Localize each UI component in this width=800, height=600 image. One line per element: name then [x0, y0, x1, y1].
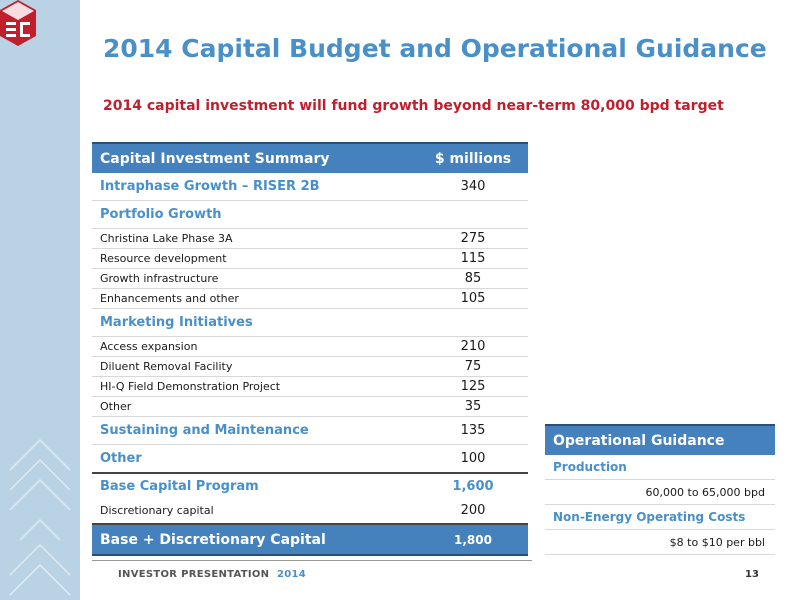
header-col-summary: Capital Investment Summary: [100, 150, 330, 167]
row-label: Portfolio Growth: [100, 207, 222, 222]
company-logo: [0, 0, 36, 46]
row-label: Enhancements and other: [100, 292, 239, 305]
footer-divider: [92, 560, 532, 561]
row-value: 35: [464, 399, 482, 414]
guidance-header: Operational Guidance: [545, 424, 775, 455]
table-row: Discretionary capital 200: [92, 498, 528, 523]
row-value: 275: [460, 231, 486, 246]
table-row: Marketing Initiatives: [92, 309, 528, 337]
costs-label: Non-Energy Operating Costs: [545, 505, 775, 530]
row-value: 340: [460, 179, 486, 194]
row-value: 75: [464, 359, 482, 374]
footer-text: INVESTOR PRESENTATION: [118, 569, 270, 580]
table-row: Access expansion 210: [92, 337, 528, 357]
page-title: 2014 Capital Budget and Operational Guid…: [103, 34, 767, 63]
sidebar: [0, 0, 80, 600]
total-value: 1,800: [454, 532, 492, 547]
table-row: Other 100: [92, 445, 528, 474]
table-row: Resource development 115: [92, 249, 528, 269]
table-row: Diluent Removal Facility 75: [92, 357, 528, 377]
row-label: Resource development: [100, 252, 227, 265]
costs-value: $8 to $10 per bbl: [545, 530, 775, 555]
row-label: Other: [100, 400, 132, 413]
row-label: Sustaining and Maintenance: [100, 423, 309, 438]
row-value: 1,600: [452, 478, 494, 494]
row-value: 125: [460, 379, 486, 394]
row-label: HI-Q Field Demonstration Project: [100, 380, 281, 393]
row-value: 105: [460, 291, 486, 306]
table-row: HI-Q Field Demonstration Project 125: [92, 377, 528, 397]
table-row: Other 35: [92, 397, 528, 417]
sidebar-chevron-pattern: [9, 438, 71, 596]
row-label: Access expansion: [100, 340, 198, 353]
footer-label: INVESTOR PRESENTATION 2014: [118, 569, 306, 580]
row-value: 200: [460, 503, 486, 518]
footer-year: 2014: [276, 569, 306, 580]
table-row: Enhancements and other 105: [92, 289, 528, 309]
row-value: 115: [460, 251, 486, 266]
page-number: 13: [745, 569, 759, 580]
row-label: Growth infrastructure: [100, 272, 219, 285]
capital-investment-table: Capital Investment Summary $ millions In…: [92, 142, 528, 556]
row-value: 135: [460, 423, 486, 438]
page-subtitle: 2014 capital investment will fund growth…: [103, 98, 724, 114]
production-label: Production: [545, 455, 775, 480]
production-value: 60,000 to 65,000 bpd: [545, 480, 775, 505]
row-label: Marketing Initiatives: [100, 315, 253, 330]
header-col-millions: $ millions: [434, 150, 512, 167]
table-row: Sustaining and Maintenance 135: [92, 417, 528, 445]
row-value: 210: [460, 339, 486, 354]
table-row: Base Capital Program 1,600: [92, 474, 528, 498]
row-label: Other: [100, 451, 142, 466]
row-value: 85: [464, 271, 482, 286]
table-total-row: Base + Discretionary Capital 1,800: [92, 523, 528, 556]
table-row: Christina Lake Phase 3A 275: [92, 229, 528, 249]
table-row: Intraphase Growth – RISER 2B 340: [92, 173, 528, 201]
table-row: Growth infrastructure 85: [92, 269, 528, 289]
operational-guidance-table: Operational Guidance Production 60,000 t…: [545, 424, 775, 555]
table-row: Portfolio Growth: [92, 201, 528, 229]
row-label: Christina Lake Phase 3A: [100, 232, 233, 245]
row-label: Base Capital Program: [100, 478, 259, 494]
row-label: Intraphase Growth – RISER 2B: [100, 179, 320, 194]
row-label: Discretionary capital: [100, 504, 214, 517]
total-label: Base + Discretionary Capital: [100, 531, 326, 548]
row-value: 100: [460, 451, 486, 466]
row-label: Diluent Removal Facility: [100, 360, 233, 373]
table-header: Capital Investment Summary $ millions: [92, 142, 528, 173]
